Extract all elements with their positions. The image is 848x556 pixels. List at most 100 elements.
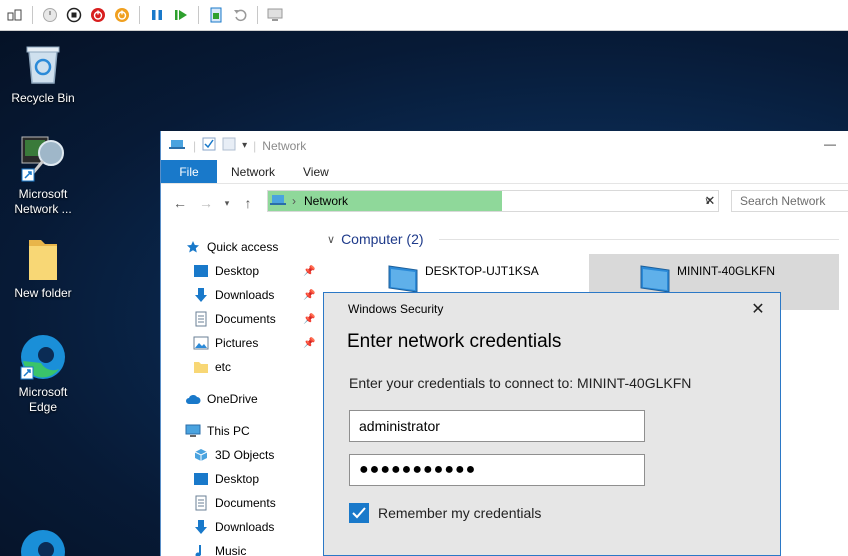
enhanced-session-icon[interactable] (266, 6, 284, 24)
network-location-icon (270, 193, 288, 210)
cube-icon (193, 447, 209, 463)
nav-label: This PC (207, 424, 250, 438)
turn-off-icon[interactable] (65, 6, 83, 24)
up-arrow-icon[interactable]: ↑ (237, 192, 259, 214)
remember-checkbox[interactable] (349, 503, 369, 523)
start-icon[interactable] (41, 6, 59, 24)
desktop-icon-label: Recycle Bin (11, 91, 75, 105)
document-icon (193, 495, 209, 511)
group-label: Computer (2) (341, 231, 424, 247)
nav-item-desktop[interactable]: Desktop (193, 260, 259, 282)
nav-this-pc[interactable]: This PC (185, 420, 250, 442)
address-clear-icon[interactable]: ✕ (701, 192, 719, 210)
nav-label: Documents (215, 312, 276, 326)
nav-item-documents[interactable]: Documents (193, 308, 276, 330)
nav-item-pc-documents[interactable]: Documents (193, 492, 276, 514)
minimize-icon[interactable]: — (824, 137, 836, 151)
desktop-icon-network[interactable]: Microsoft Network ... (3, 135, 83, 217)
toolbar-separator (257, 6, 258, 24)
download-arrow-icon (193, 519, 209, 535)
pin-icon[interactable]: 📌 (303, 314, 315, 325)
address-bar[interactable]: › Network ∨ (267, 190, 719, 212)
pin-icon[interactable]: 📌 (303, 338, 315, 349)
document-icon (193, 311, 209, 327)
properties-icon[interactable] (202, 137, 216, 154)
vm-toolbar (0, 0, 848, 31)
pin-icon[interactable]: 📌 (303, 290, 315, 301)
revert-icon[interactable] (231, 6, 249, 24)
desktop-icon-edge-partial[interactable] (3, 528, 83, 556)
pin-icon[interactable]: 📌 (303, 266, 315, 277)
nav-item-downloads[interactable]: Downloads (193, 284, 274, 306)
folder-icon (19, 234, 67, 282)
nav-quick-access[interactable]: Quick access (185, 236, 278, 258)
desktop-icon-label: Microsoft Network ... (14, 187, 72, 216)
window-title: Network (262, 138, 307, 153)
search-input[interactable]: Search Network (731, 190, 848, 212)
toolbar-separator (32, 6, 33, 24)
network-icon (19, 135, 67, 183)
remember-credentials[interactable]: Remember my credentials (349, 503, 541, 523)
address-text[interactable]: Network (304, 194, 348, 208)
nav-label: Pictures (215, 336, 259, 350)
new-folder-icon[interactable] (222, 137, 236, 154)
resume-icon[interactable] (172, 6, 190, 24)
desktop-icon-recycle-bin[interactable]: Recycle Bin (3, 39, 83, 106)
nav-item-3d-objects[interactable]: 3D Objects (193, 444, 274, 466)
desktop-icon-edge[interactable]: Microsoft Edge (3, 333, 83, 415)
recycle-bin-icon (19, 39, 67, 87)
save-state-icon[interactable] (113, 6, 131, 24)
computer-icon (185, 423, 201, 439)
pictures-icon (193, 335, 209, 351)
recent-locations-icon[interactable]: ▾ (221, 192, 233, 214)
password-field[interactable]: ●●●●●●●●●●● (349, 454, 645, 486)
nav-label: Desktop (215, 472, 260, 486)
nav-label: Quick access (207, 240, 279, 254)
dialog-message: Enter your credentials to connect to: MI… (349, 375, 692, 391)
desktop-icon-label: New folder (14, 286, 72, 300)
nav-label: Downloads (215, 288, 275, 302)
network-folder-icon (169, 137, 187, 154)
ribbon-tabs: File Network View (161, 160, 848, 184)
tab-file[interactable]: File (161, 160, 217, 183)
pause-icon[interactable] (148, 6, 166, 24)
nav-label: Downloads (215, 520, 275, 534)
tab-network[interactable]: Network (217, 160, 289, 183)
nav-label: Desktop (215, 264, 260, 278)
remember-label: Remember my credentials (378, 505, 542, 521)
computer-monitor-icon (640, 265, 670, 293)
nav-label: Documents (215, 496, 276, 510)
breadcrumb-chevron-icon[interactable]: › (292, 194, 296, 208)
folder-icon (193, 359, 209, 375)
forward-arrow-icon[interactable]: → (195, 192, 217, 214)
music-note-icon (193, 543, 209, 556)
desktop-folder-icon (193, 263, 209, 279)
group-header-computer[interactable]: ∨ Computer (2) (327, 231, 424, 247)
nav-item-music[interactable]: Music (193, 540, 246, 556)
toolbar-separator (198, 6, 199, 24)
nav-item-etc[interactable]: etc (193, 356, 231, 378)
nav-label: 3D Objects (215, 448, 275, 462)
customize-qat-icon[interactable]: ▾ (242, 140, 247, 151)
shut-down-icon[interactable] (89, 6, 107, 24)
nav-item-pc-downloads[interactable]: Downloads (193, 516, 274, 538)
nav-item-pc-desktop[interactable]: Desktop (193, 468, 259, 490)
title-bar: | ▾ | Network — (161, 131, 848, 160)
navigation-pane: Quick access Desktop 📌 Downloads 📌 Docum… (161, 231, 321, 556)
tab-view[interactable]: View (289, 160, 343, 183)
ctrl-alt-del-icon[interactable] (6, 6, 24, 24)
desktop-icon-new-folder[interactable]: New folder (3, 234, 83, 301)
nav-item-pictures[interactable]: Pictures (193, 332, 258, 354)
star-icon (185, 239, 201, 255)
download-arrow-icon (193, 287, 209, 303)
close-icon[interactable]: ✕ (749, 300, 767, 318)
nav-onedrive[interactable]: OneDrive (185, 388, 258, 410)
edge-icon (19, 528, 67, 556)
back-arrow-icon[interactable]: ← (169, 192, 191, 214)
username-field[interactable]: administrator (349, 410, 645, 442)
nav-label: Music (215, 544, 247, 556)
computer-name: DESKTOP-UJT1KSA (425, 264, 539, 278)
dialog-caption: Windows Security (348, 302, 444, 316)
checkpoint-icon[interactable] (207, 6, 225, 24)
dialog-title: Enter network credentials (347, 331, 562, 352)
